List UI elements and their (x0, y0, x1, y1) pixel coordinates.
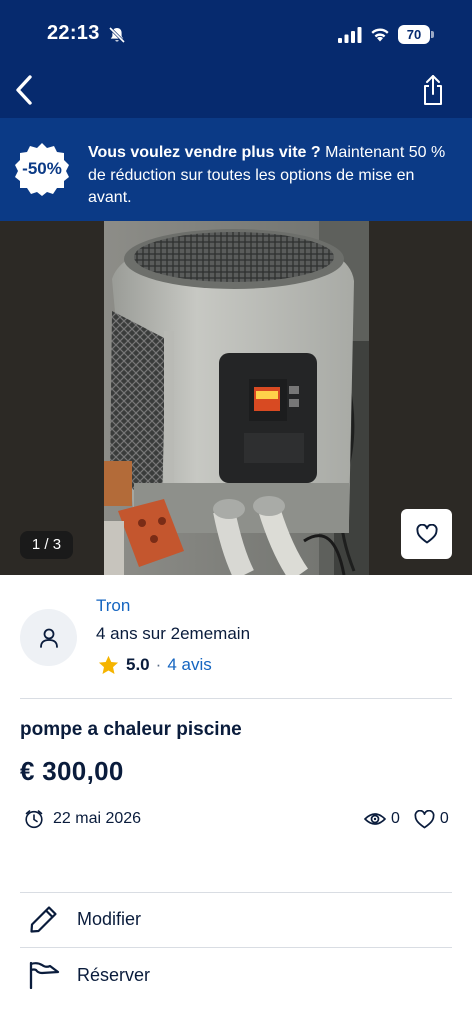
rating-value: 5.0 (126, 655, 150, 674)
seller-avatar[interactable] (20, 609, 77, 666)
rating-separator: · (155, 655, 162, 674)
reserve-button-label: Réserver (77, 964, 151, 985)
back-button[interactable] (8, 70, 40, 110)
listing-title: pompe a chaleur piscine (20, 719, 242, 740)
heart-outline-icon (415, 524, 438, 544)
divider (20, 698, 452, 699)
star-icon (98, 655, 119, 674)
edit-button-label: Modifier (77, 908, 142, 929)
app-header: 22:13 70 (0, 0, 472, 118)
listing-photo (104, 221, 369, 575)
bell-slash-icon (108, 26, 126, 44)
views-count: 0 (391, 810, 400, 827)
battery-tip (431, 31, 434, 38)
edit-button[interactable]: Modifier (20, 891, 452, 947)
share-icon (424, 75, 442, 105)
listing-date-text: 22 mai 2026 (53, 810, 142, 827)
favorite-button[interactable] (401, 509, 452, 559)
listing-stats: 0 0 (364, 808, 449, 830)
user-icon (39, 628, 58, 648)
battery-icon: 70 (398, 25, 434, 44)
chevron-left-icon (16, 75, 32, 105)
photo-counter: 1 / 3 (20, 531, 73, 559)
signal-icon (338, 27, 362, 43)
clock-icon (25, 810, 43, 829)
battery-level: 70 (398, 25, 430, 44)
seller-name-link[interactable]: Tron (96, 596, 130, 616)
share-button[interactable] (418, 72, 448, 108)
wifi-icon (371, 28, 389, 42)
discount-badge-label: -50% (22, 159, 62, 178)
pencil-icon (28, 903, 60, 935)
status-time: 22:13 (47, 22, 100, 44)
eye-icon (364, 813, 386, 825)
reviews-link[interactable]: 4 avis (167, 655, 211, 675)
reserve-button[interactable]: Réserver (20, 947, 452, 1003)
flag-icon (28, 959, 60, 991)
favorites-count: 0 (439, 810, 449, 827)
promo-text: Vous voulez vendre plus vite ? Maintenan… (88, 142, 448, 210)
heart-outline-icon (414, 809, 435, 828)
promo-headline: Vous voulez vendre plus vite ? (88, 144, 321, 161)
seller-member-since: 4 ans sur 2ememain (96, 624, 251, 643)
listing-date: 22 mai 2026 (24, 808, 141, 830)
seller-rating: 5.0 · 4 avis (98, 654, 212, 676)
listing-price: € 300,00 (20, 756, 124, 786)
status-bar: 22:13 70 (0, 0, 472, 66)
